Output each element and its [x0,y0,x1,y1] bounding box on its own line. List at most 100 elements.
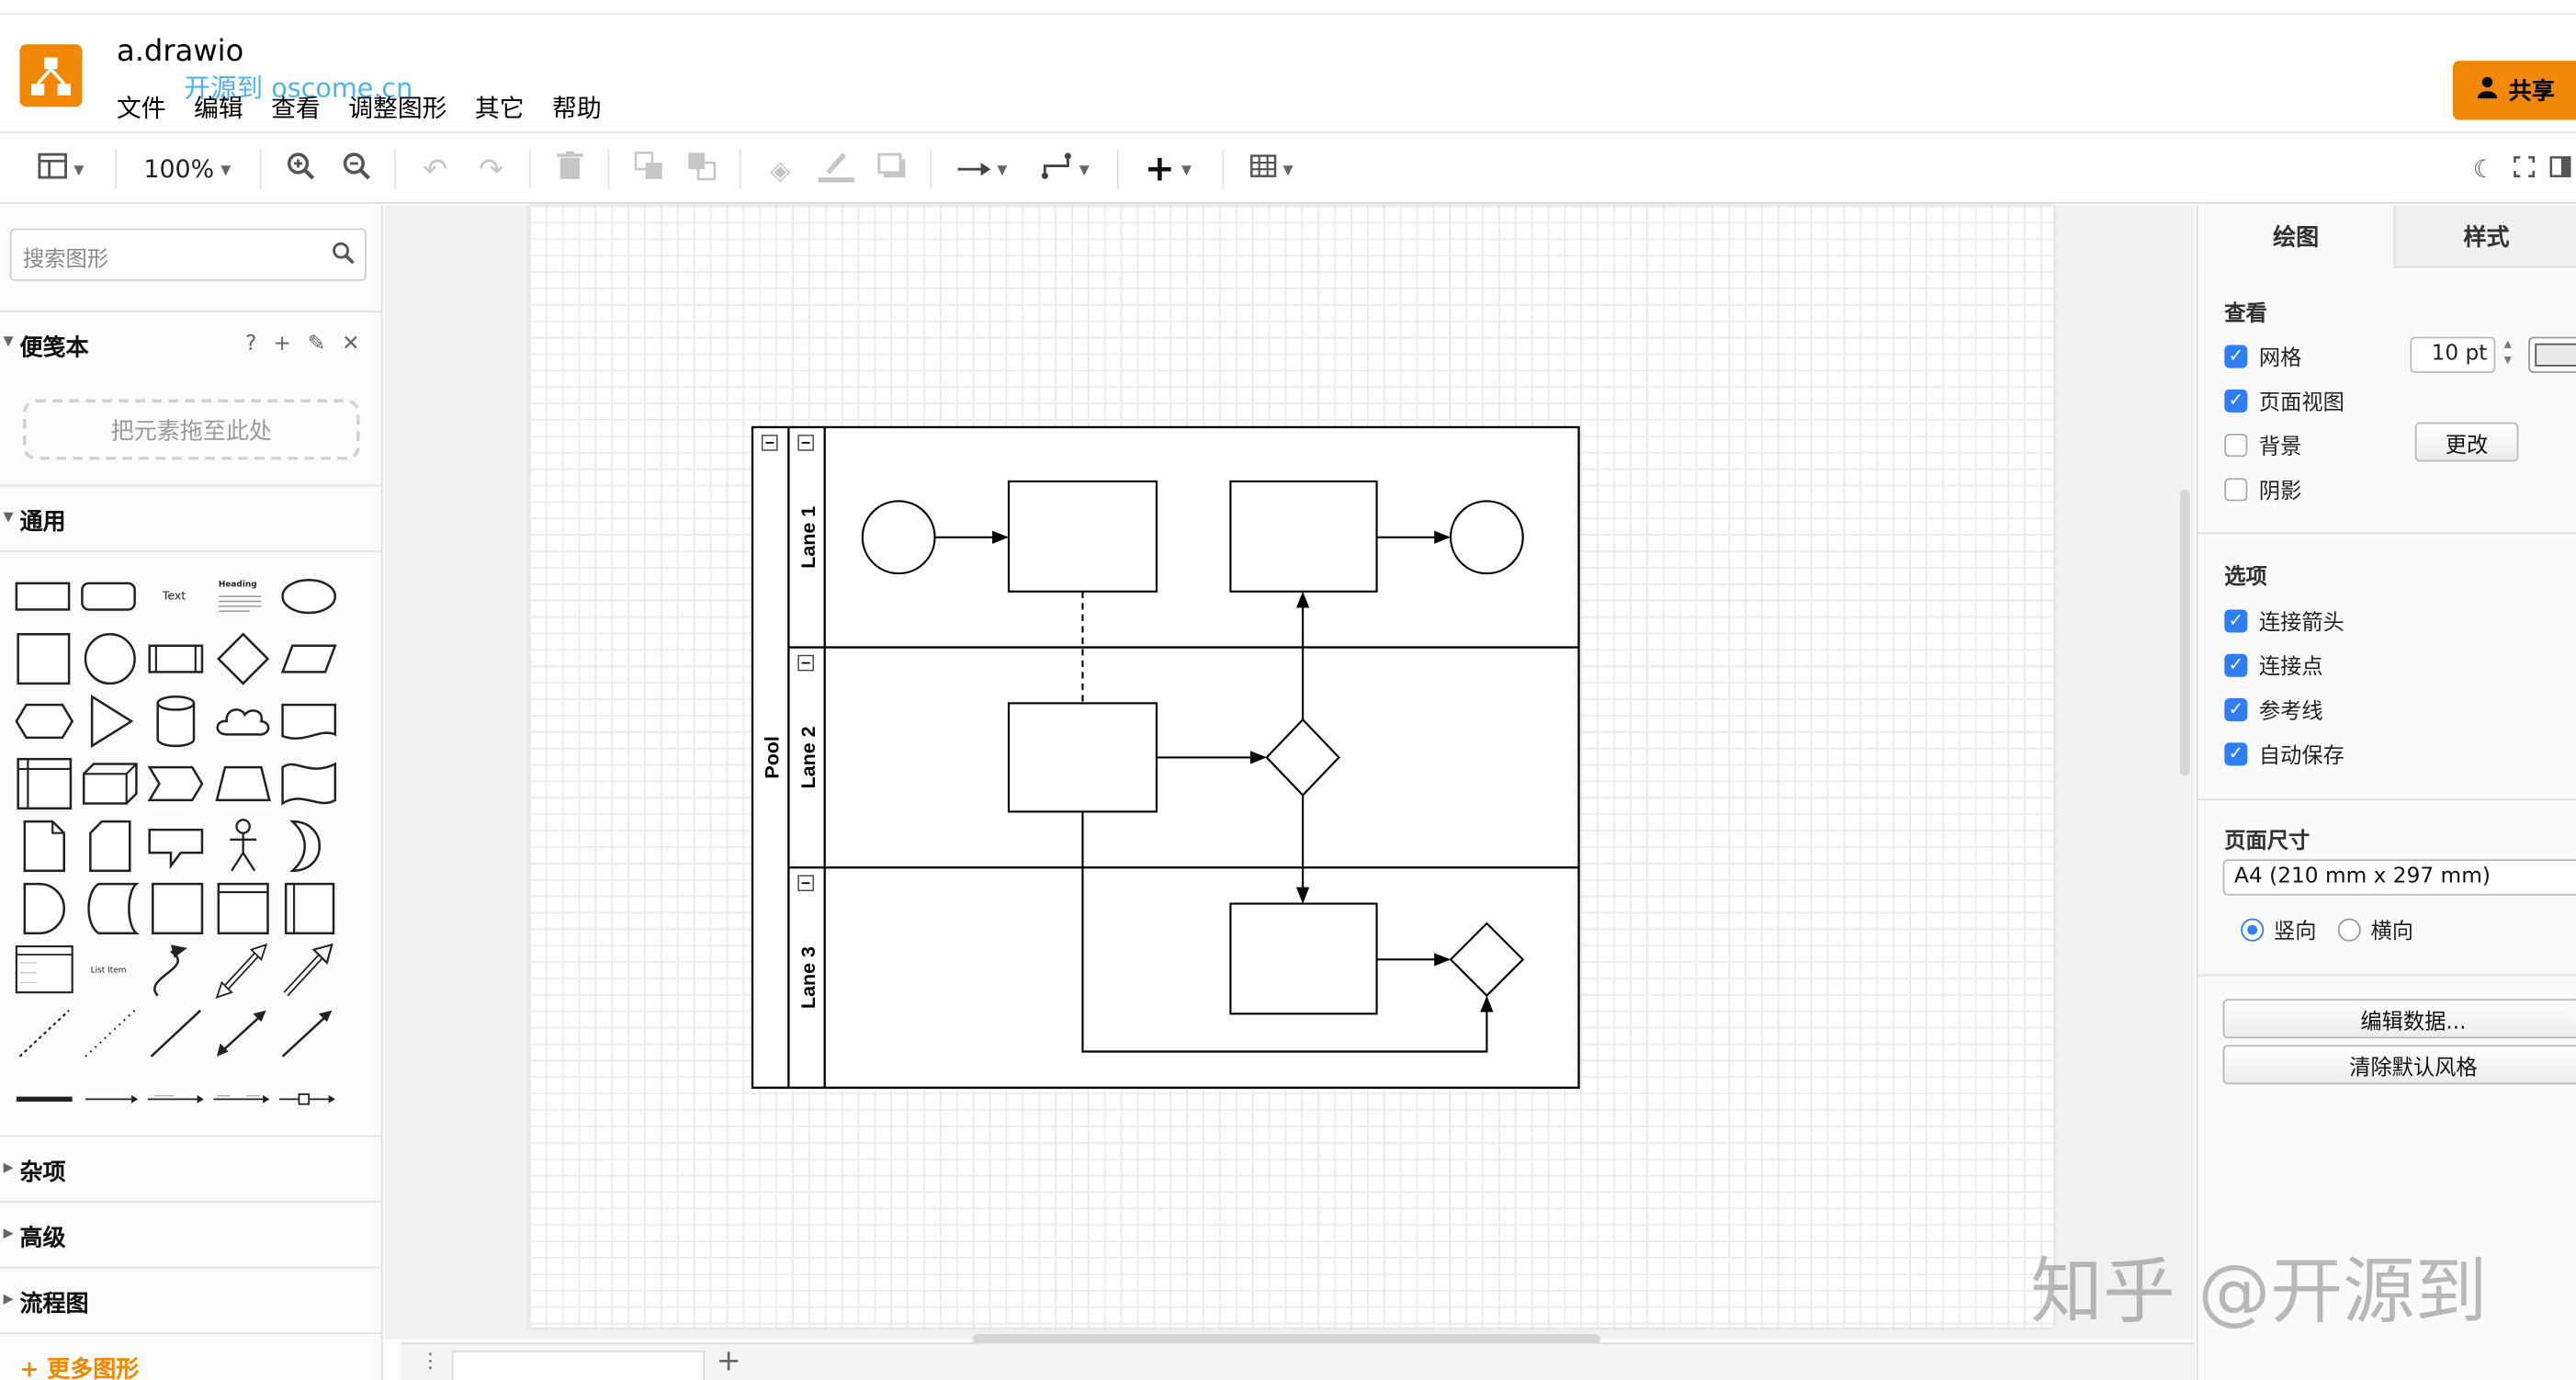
menu-edit[interactable]: 编辑 [194,90,243,125]
task-box[interactable] [1007,480,1158,593]
grid-color-swatch[interactable] [2528,336,2576,373]
grid-size-input[interactable]: 10 pt [2410,336,2496,373]
insert-dropdown[interactable]: + ▼ [1134,135,1203,204]
general-title[interactable]: 通用 [19,504,65,537]
tab-style[interactable]: 样式 [2393,205,2576,268]
task-box[interactable] [1229,902,1378,1015]
to-front-button[interactable] [627,135,670,204]
toggle-format-panel-button[interactable] [2543,135,2576,204]
table-dropdown[interactable]: ▼ [1238,135,1305,204]
pool-label[interactable]: Pool [762,736,784,778]
ellipse-shape[interactable] [273,567,339,626]
grid-checkbox[interactable]: ✓ 网格 [2224,340,2301,371]
page-view-checkbox[interactable]: ✓ 页面视图 [2224,384,2344,415]
lane-1-collapse-icon[interactable] [797,435,814,451]
arrow-shape[interactable] [273,942,339,1001]
menu-view[interactable]: 查看 [271,90,321,125]
flowchart-title[interactable]: 流程图 [19,1286,88,1319]
edge-with-box-shape[interactable] [273,1067,339,1125]
process-shape[interactable] [141,629,208,688]
data-storage-shape[interactable] [75,879,141,938]
misc-title[interactable]: 杂项 [19,1155,65,1188]
heading-shape[interactable]: Heading [207,567,273,626]
fill-color-button[interactable]: ◈ [759,135,801,204]
list-item-shape[interactable]: List Item [75,942,141,1001]
format-panel-toggle-button[interactable]: ▼ [27,135,96,204]
clear-default-style-button[interactable]: 清除默认风格 [2222,1045,2576,1085]
help-icon[interactable]: ? [245,332,256,356]
document-title[interactable]: a.drawio [117,35,243,70]
square-shape[interactable] [10,629,76,688]
menu-extras[interactable]: 其它 [475,90,525,125]
zoom-dropdown[interactable]: 100% ▼ [131,135,243,204]
bidirectional-arrow-shape[interactable] [207,942,273,1001]
chevron-down-icon[interactable]: ▼ [4,509,14,524]
orientation-portrait-radio[interactable]: 竖向 [2241,913,2316,945]
rectangle-shape[interactable] [10,567,76,626]
connection-points-checkbox[interactable]: ✓ 连接点 [2224,649,2323,680]
background-checkbox[interactable]: 背景 [2224,429,2301,460]
curve-shape[interactable] [141,942,208,1001]
change-background-button[interactable]: 更改 [2414,422,2519,462]
menu-file[interactable]: 文件 [117,90,166,125]
shape-search-input[interactable]: 搜索图形 [9,228,367,281]
hexagon-shape[interactable] [10,692,76,751]
menu-help[interactable]: 帮助 [552,90,602,125]
guides-checkbox[interactable]: ✓ 参考线 [2224,694,2323,725]
delay-shape[interactable] [10,879,76,938]
page-size-select[interactable]: A4 (210 mm x 297 mm) [2222,859,2576,896]
chevron-right-icon[interactable]: ▶ [4,1226,14,1240]
edit-icon[interactable]: ✎ [308,332,326,356]
container-shape[interactable] [207,879,273,938]
actor-shape[interactable] [207,817,273,876]
parallelogram-shape[interactable] [273,629,339,688]
directional-connector-shape[interactable] [273,1004,339,1063]
waypoints-dropdown[interactable]: ▼ [1032,135,1098,204]
lane-2-collapse-icon[interactable] [797,654,814,672]
trapezoid-shape[interactable] [207,754,273,813]
orientation-landscape-radio[interactable]: 横向 [2337,913,2413,945]
line-shape[interactable] [141,1004,208,1063]
cube-shape[interactable] [75,754,141,813]
thick-line-shape[interactable] [10,1067,76,1125]
cloud-shape[interactable] [207,692,273,751]
advanced-title[interactable]: 高级 [19,1221,65,1254]
add-icon[interactable]: + [273,332,291,356]
tab-diagram[interactable]: 绘图 [2198,205,2394,268]
note-shape[interactable] [10,817,76,876]
shadow-checkbox[interactable]: 阴影 [2224,473,2301,504]
scratchpad-dropzone[interactable]: 把元素拖至此处 [23,399,360,460]
edit-data-button[interactable]: 编辑数据... [2222,999,2576,1039]
connection-arrow-dropdown[interactable]: ▼ [950,135,1016,204]
chevron-right-icon[interactable]: ▶ [4,1160,14,1175]
dark-mode-button[interactable]: ☾ [2468,135,2501,204]
close-icon[interactable]: ✕ [342,332,360,356]
vertical-scrollbar[interactable] [2180,489,2190,776]
pool-collapse-icon[interactable] [762,435,778,451]
bidirectional-connector-shape[interactable] [207,1004,273,1063]
dashed-line-shape[interactable] [10,1004,76,1063]
menu-arrange[interactable]: 调整图形 [348,90,446,125]
search-icon[interactable] [332,242,355,271]
edge-with-label-shape[interactable] [141,1067,208,1125]
internal-storage-shape[interactable] [10,754,76,813]
edge-with-two-labels-shape[interactable] [207,1067,273,1125]
or-shape[interactable] [273,817,339,876]
step-shape[interactable] [141,754,208,813]
fullscreen-button[interactable] [2507,135,2540,204]
lane-3-collapse-icon[interactable] [797,875,814,891]
chevron-down-icon[interactable]: ▼ [4,334,14,348]
text-shape[interactable]: Text [141,567,208,626]
more-vertical-icon[interactable]: ⋮ [421,1349,440,1372]
more-shapes-link[interactable]: + 更多图形 [19,1352,139,1380]
callout-shape[interactable] [141,817,208,876]
chevron-right-icon[interactable]: ▶ [4,1292,14,1306]
start-event[interactable] [861,500,936,575]
task-box[interactable] [1229,480,1378,593]
card-shape[interactable] [75,817,141,876]
add-page-icon[interactable]: + [717,1344,741,1379]
lane-2-label[interactable]: Lane 2 [797,726,819,788]
autosave-checkbox[interactable]: ✓ 自动保存 [2224,738,2344,769]
line-color-button[interactable] [815,135,857,204]
triangle-shape[interactable] [75,692,141,751]
